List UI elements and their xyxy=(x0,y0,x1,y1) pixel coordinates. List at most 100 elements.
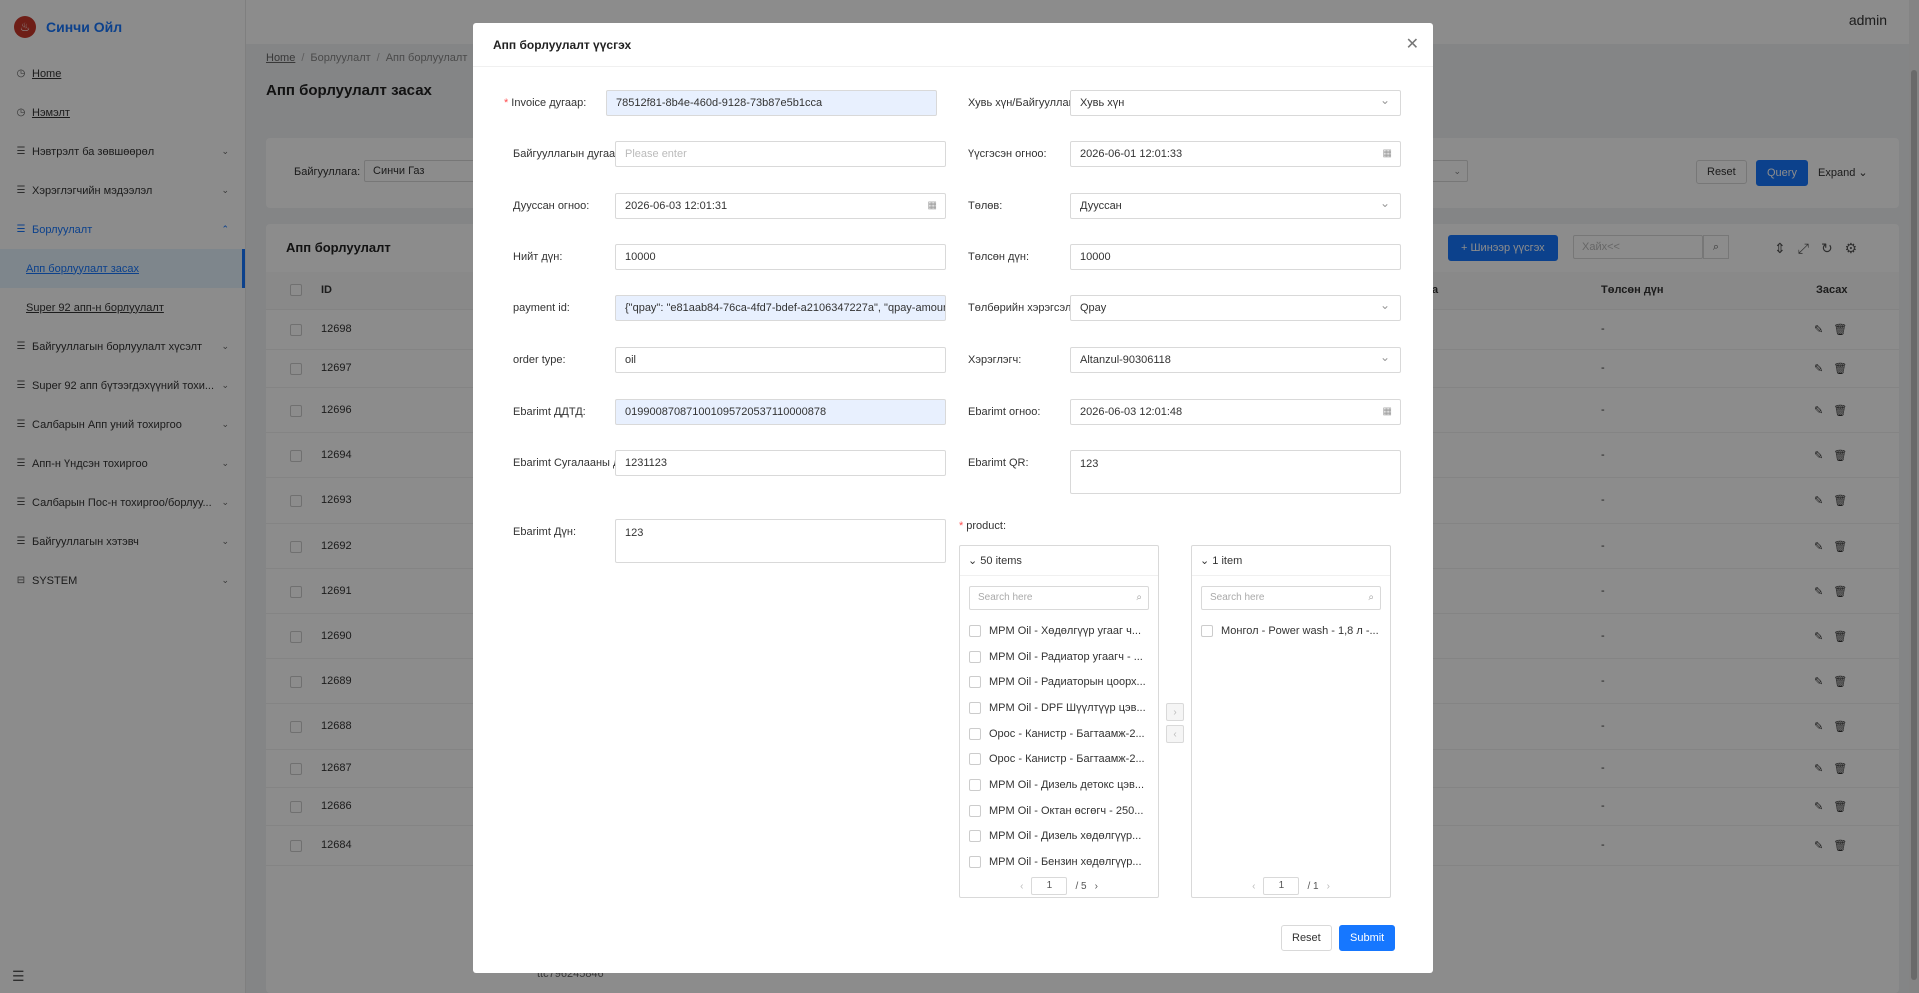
ebarimt-qr-field: Ebarimt QR: 123 xyxy=(968,450,1401,494)
transfer-list-item[interactable]: Монгол - Power wash - 1,8 л -... xyxy=(1192,618,1390,644)
item-checkbox[interactable] xyxy=(969,727,981,740)
transfer-list-item[interactable]: MPM Oil - Октан өсгөгч - 250... xyxy=(960,798,1158,824)
item-checkbox[interactable] xyxy=(969,701,981,714)
item-checkbox[interactable] xyxy=(969,624,981,637)
pay-method-select[interactable]: Qpay xyxy=(1070,295,1401,321)
invoice-field: * Invoice дугаар: 78512f81-8b4e-460d-9128… xyxy=(504,90,937,116)
modal-submit-button[interactable]: Submit xyxy=(1339,925,1396,951)
item-checkbox[interactable] xyxy=(969,830,981,843)
finished-date-picker[interactable]: 2026-06-03 12:01:31 ▦ xyxy=(615,193,946,219)
item-checkbox[interactable] xyxy=(1201,624,1213,637)
transfer-list-item[interactable]: MPM Oil - Бензин хөдөлгүүр... xyxy=(960,849,1158,875)
finished-date-label: Дууссан огноо: xyxy=(513,200,590,212)
paid-input[interactable]: 10000 xyxy=(1070,244,1401,270)
status-label: Төлөв: xyxy=(968,200,1003,212)
page-input[interactable]: 1 xyxy=(1263,877,1300,895)
order-type-input[interactable]: oil xyxy=(615,347,946,373)
created-date-value: 2026-06-01 12:01:33 xyxy=(1080,148,1183,160)
ebarimt-amount-label: Ebarimt Дүн: xyxy=(513,526,577,538)
move-right-button[interactable]: › xyxy=(1166,703,1184,721)
transfer-list-item[interactable]: MPM Oil - Дизель детокс цэв... xyxy=(960,772,1158,798)
status-select[interactable]: Дууссан xyxy=(1070,193,1401,219)
payment-id-input[interactable]: {"qpay": "e81aab84-76ca-4fd7-bdef-a21063… xyxy=(615,295,946,321)
transfer-list-item[interactable]: Орос - Канистр - Багтаамж-2... xyxy=(960,746,1158,772)
next-page-icon[interactable]: › xyxy=(1327,881,1330,892)
item-checkbox[interactable] xyxy=(969,753,981,766)
ebarimt-date-value: 2026-06-03 12:01:48 xyxy=(1080,406,1183,418)
search-icon: ⌕ xyxy=(1136,592,1142,603)
chevron-down-icon[interactable]: ⌄ xyxy=(968,555,977,567)
transfer-target-search[interactable]: Search here ⌕ xyxy=(1201,586,1381,610)
customer-type-label: Хувь хүн/Байгууллага: xyxy=(968,97,1070,109)
transfer-item-label: MPM Oil - DPF Шүүлтүүр цэв... xyxy=(989,701,1146,714)
transfer-source-search[interactable]: Search here ⌕ xyxy=(969,586,1149,610)
transfer-list-item[interactable]: Орос - Канистр - Багтаамж-2... xyxy=(960,721,1158,747)
total-input[interactable]: 10000 xyxy=(615,244,946,270)
order-type-field: order type: oil xyxy=(513,347,946,373)
org-number-field: Байгууллагын дугаар: Please enter xyxy=(513,141,946,167)
invoice-label-text: Invoice дугаар: xyxy=(511,97,587,109)
transfer-target-pagination: ‹ 1 / 1 › xyxy=(1192,875,1390,897)
item-checkbox[interactable] xyxy=(969,804,981,817)
ebarimt-lottery-label: Ebarimt Сугалааны дугаар: xyxy=(513,457,615,469)
finished-date-field: Дууссан огноо: 2026-06-03 12:01:31 ▦ xyxy=(513,193,946,219)
payment-id-label: payment id: xyxy=(513,302,570,314)
transfer-target-count: 1 item xyxy=(1212,555,1243,567)
invoice-label: * Invoice дугаар: xyxy=(504,90,606,116)
page-input[interactable]: 1 xyxy=(1031,877,1068,895)
page-total: / 5 xyxy=(1075,880,1087,892)
prev-page-icon[interactable]: ‹ xyxy=(1252,881,1255,892)
transfer-item-label: MPM Oil - Дизель хөдөлгүүр... xyxy=(989,830,1142,843)
ebarimt-qr-textarea[interactable]: 123 xyxy=(1070,450,1401,494)
customer-type-select[interactable]: Хувь хүн xyxy=(1070,90,1401,116)
ebarimt-ddtd-input[interactable]: 019900870871001095720537110000878 xyxy=(615,399,946,425)
transfer-item-label: MPM Oil - Бензин хөдөлгүүр... xyxy=(989,856,1142,869)
transfer-target-list: ⌄ 1 item Search here ⌕ Монгол - Power was… xyxy=(1191,545,1391,898)
move-left-button[interactable]: ‹ xyxy=(1166,725,1184,743)
item-checkbox[interactable] xyxy=(969,778,981,791)
transfer-list-item[interactable]: MPM Oil - Дизель хөдөлгүүр... xyxy=(960,824,1158,850)
org-number-input[interactable]: Please enter xyxy=(615,141,946,167)
modal-reset-button[interactable]: Reset xyxy=(1281,925,1332,951)
calendar-icon: ▦ xyxy=(927,200,937,211)
transfer-list-item[interactable]: MPM Oil - DPF Шүүлтүүр цэв... xyxy=(960,695,1158,721)
transfer-target-header: ⌄ 1 item xyxy=(1192,546,1390,576)
close-icon[interactable]: ✕ xyxy=(1406,34,1419,54)
status-field: Төлөв: Дууссан xyxy=(968,193,1401,219)
transfer-target-search-placeholder: Search here xyxy=(1210,592,1265,603)
transfer-list-item[interactable]: MPM Oil - Радиатор угаагч - ... xyxy=(960,644,1158,670)
ebarimt-qr-label: Ebarimt QR: xyxy=(968,457,1029,469)
calendar-icon: ▦ xyxy=(1382,148,1392,159)
ebarimt-lottery-input[interactable]: 1231123 xyxy=(615,450,946,476)
user-field: Хэрэглэгч: Altanzul-90306118 xyxy=(968,347,1401,373)
product-label-text: product: xyxy=(966,520,1007,532)
org-number-label: Байгууллагын дугаар: xyxy=(513,148,615,160)
ebarimt-ddtd-field: Ebarimt ДДТД: 01990087087100109572053711… xyxy=(513,399,946,425)
required-asterisk: * xyxy=(504,97,509,109)
transfer-source-pagination: ‹ 1 / 5 › xyxy=(960,875,1158,897)
item-checkbox[interactable] xyxy=(969,676,981,689)
transfer-item-label: MPM Oil - Хөдөлгүүр угааг ч... xyxy=(989,624,1142,637)
transfer-source-count: 50 items xyxy=(980,555,1022,567)
item-checkbox[interactable] xyxy=(969,650,981,663)
transfer-source-list: ⌄ 50 items Search here ⌕ MPM Oil - Хөдөлг… xyxy=(959,545,1159,898)
ebarimt-date-picker[interactable]: 2026-06-03 12:01:48 ▦ xyxy=(1070,399,1401,425)
created-date-picker[interactable]: 2026-06-01 12:01:33 ▦ xyxy=(1070,141,1401,167)
transfer-item-label: MPM Oil - Дизель детокс цэв... xyxy=(989,778,1145,791)
ebarimt-amount-field: Ebarimt Дүн: 123 xyxy=(513,519,946,563)
user-select[interactable]: Altanzul-90306118 xyxy=(1070,347,1401,373)
next-page-icon[interactable]: › xyxy=(1095,881,1098,892)
customer-type-field: Хувь хүн/Байгууллага: Хувь хүн xyxy=(968,90,1401,116)
transfer-list-item[interactable]: MPM Oil - Хөдөлгүүр угааг ч... xyxy=(960,618,1158,644)
transfer-list-item[interactable]: MPM Oil - Радиаторын цоорх... xyxy=(960,669,1158,695)
created-date-field: Үүсгэсэн огноо: 2026-06-01 12:01:33 ▦ xyxy=(968,141,1401,167)
chevron-down-icon[interactable]: ⌄ xyxy=(1200,555,1209,567)
prev-page-icon[interactable]: ‹ xyxy=(1020,881,1023,892)
ebarimt-amount-textarea[interactable]: 123 xyxy=(615,519,946,563)
ebarimt-lottery-field: Ebarimt Сугалааны дугаар: 1231123 xyxy=(513,450,946,476)
item-checkbox[interactable] xyxy=(969,856,981,869)
product-label: * product: xyxy=(959,519,1061,533)
modal-title: Апп борлуулалт үүсгэх xyxy=(493,38,632,52)
invoice-input[interactable]: 78512f81-8b4e-460d-9128-73b87e5b1cca xyxy=(606,90,937,116)
search-icon: ⌕ xyxy=(1368,592,1374,603)
